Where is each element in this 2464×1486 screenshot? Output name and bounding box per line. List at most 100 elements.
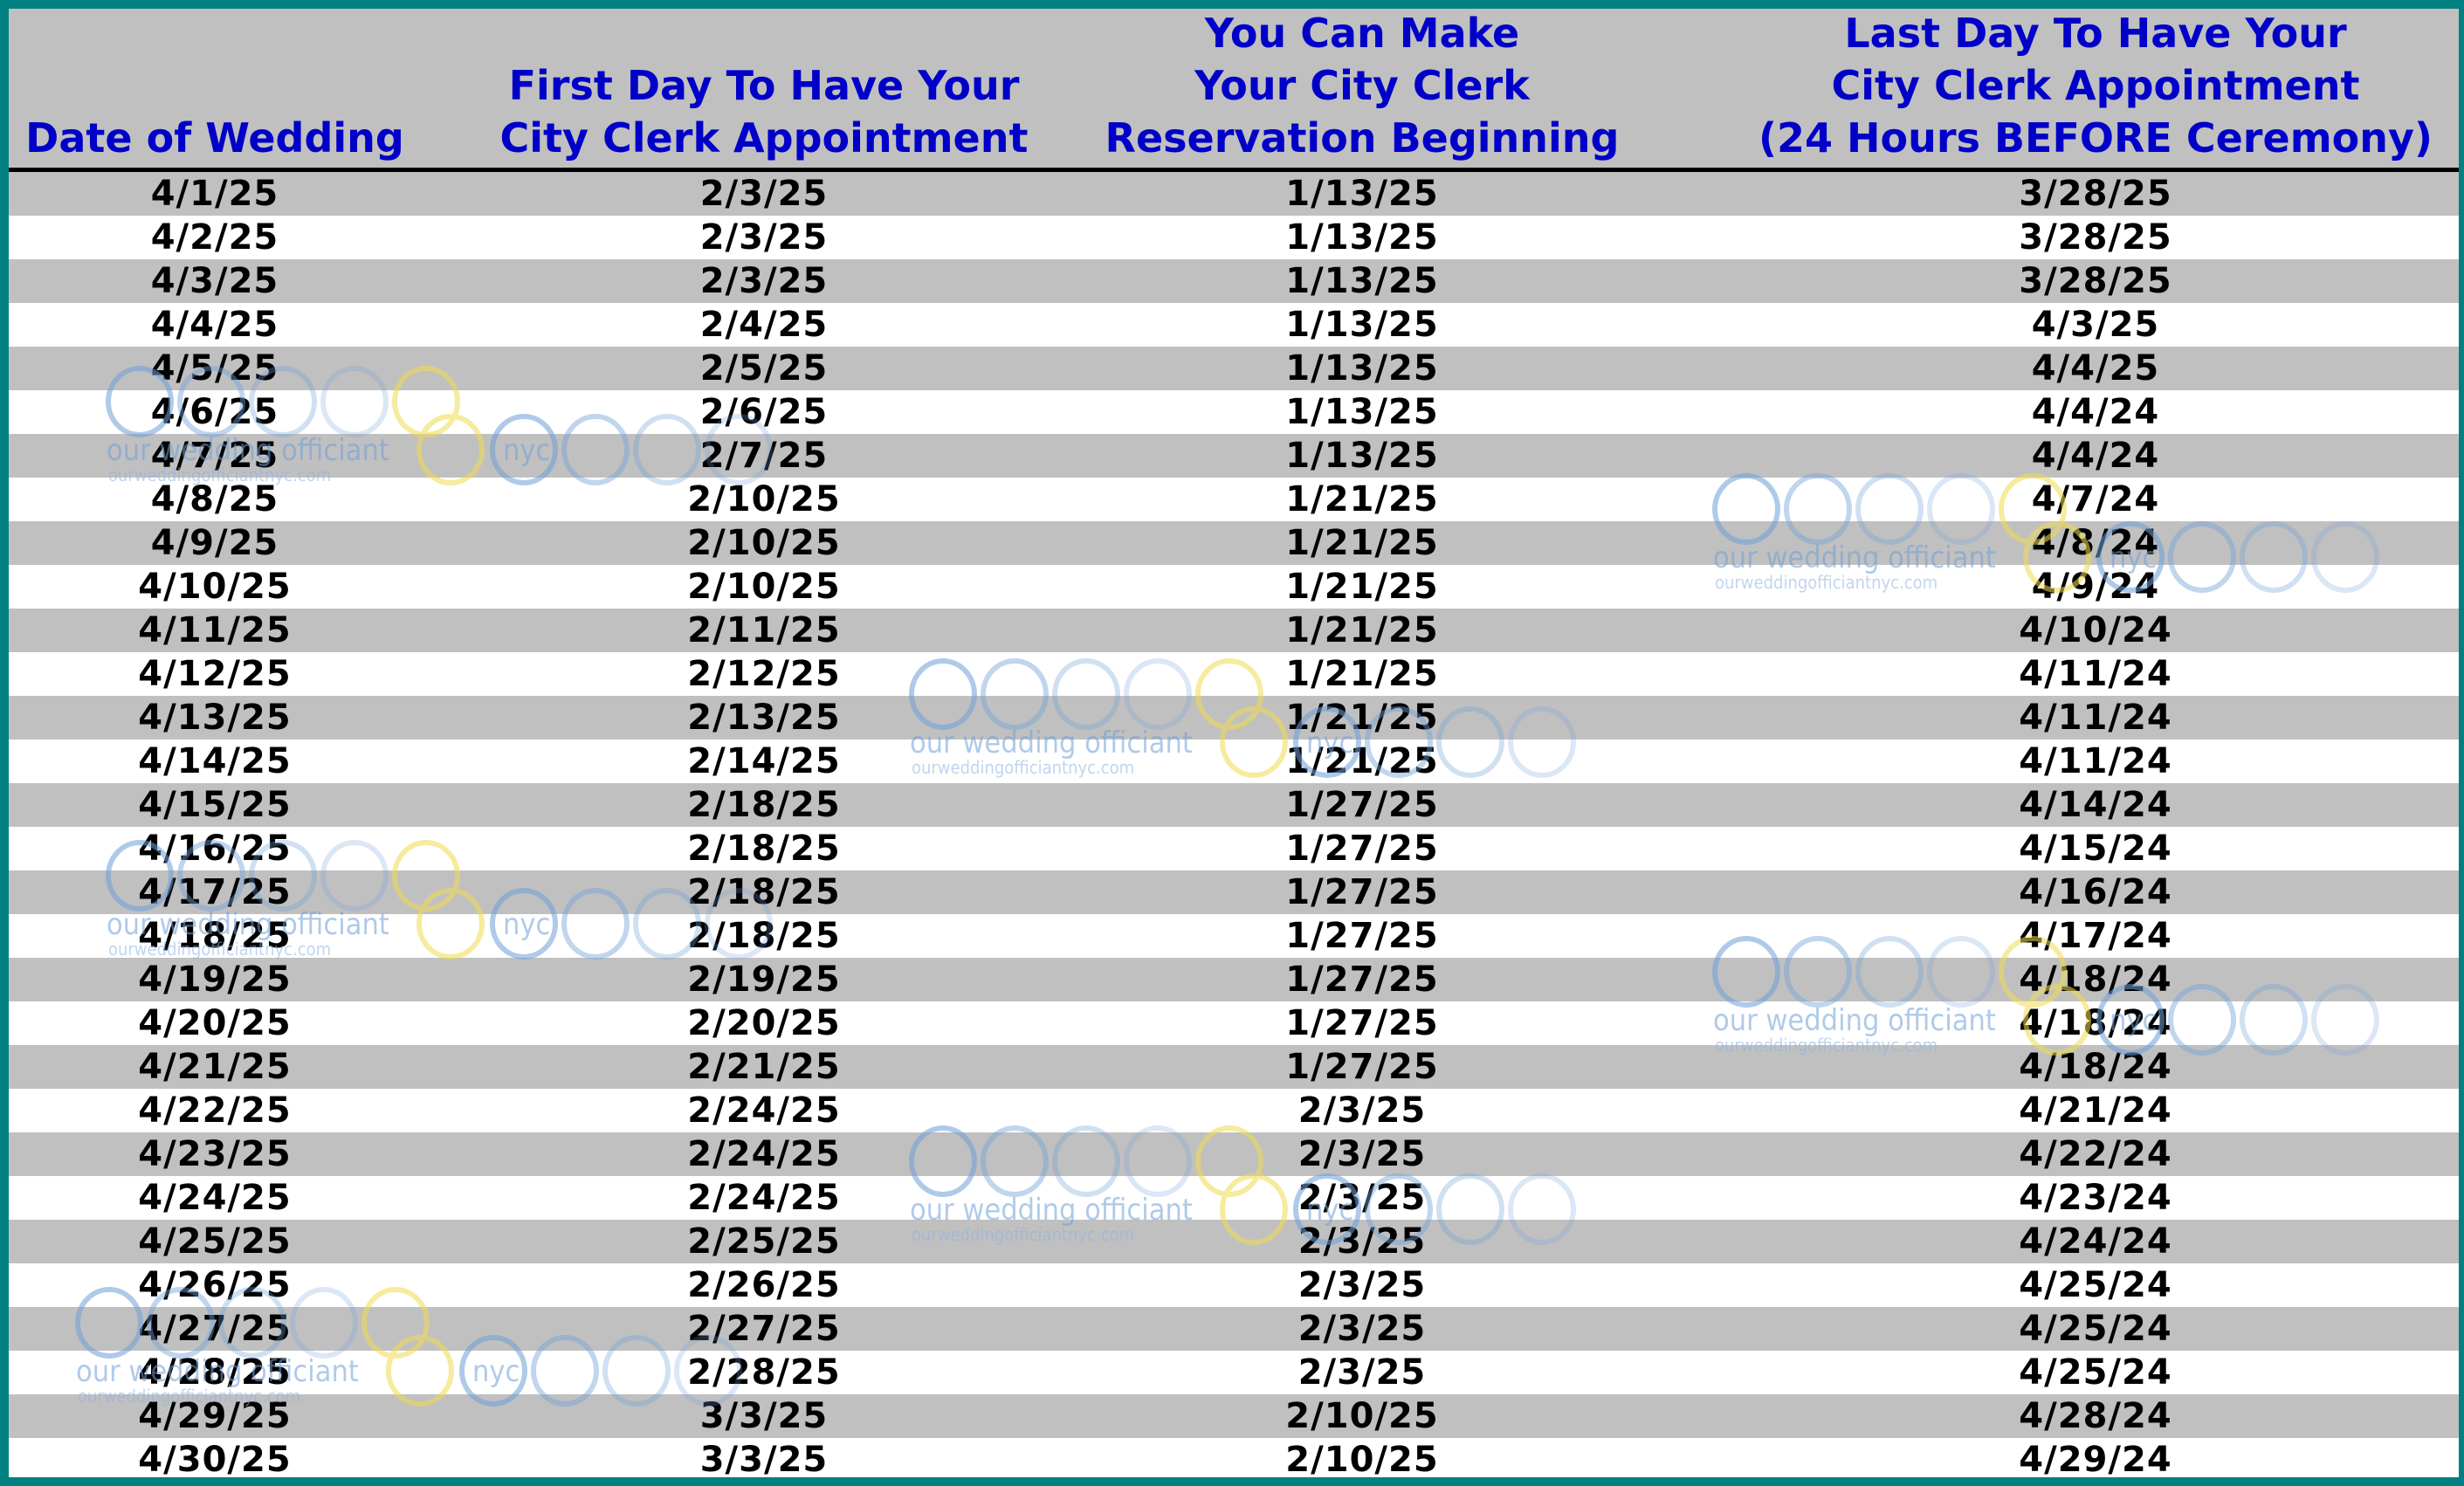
table-row: 4/24/25 2/24/25 2/3/25 4/23/24 [9, 1176, 2459, 1220]
table-row: 4/3/25 2/3/25 1/13/25 3/28/25 [9, 259, 2459, 303]
table-row: 4/27/25 2/27/25 2/3/25 4/25/24 [9, 1307, 2459, 1351]
cell-date-of-wedding: 4/4/25 [150, 305, 279, 345]
cell-reservation-beginning: 1/27/25 [1285, 1003, 1439, 1043]
cell-date-of-wedding: 4/14/25 [138, 741, 292, 781]
table-row: 4/17/25 2/18/25 1/27/25 4/16/24 [9, 870, 2459, 914]
cell-reservation-beginning: 2/3/25 [1297, 1090, 1427, 1131]
cell-reservation-beginning: 1/21/25 [1285, 654, 1439, 694]
cell-reservation-beginning: 1/13/25 [1285, 305, 1439, 345]
cell-date-of-wedding: 4/11/25 [138, 610, 292, 650]
cell-reservation-beginning: 1/21/25 [1285, 698, 1439, 738]
cell-last-day-appointment: 4/7/24 [2031, 479, 2160, 519]
header-line: Reservation Beginning [1105, 114, 1620, 162]
cell-first-day-appointment: 2/3/25 [699, 261, 829, 301]
cell-first-day-appointment: 2/10/25 [687, 567, 841, 607]
table-row: 4/30/25 3/3/25 2/10/25 4/29/24 [9, 1438, 2459, 1477]
cell-date-of-wedding: 4/15/25 [138, 785, 292, 825]
cell-reservation-beginning: 1/13/25 [1285, 392, 1439, 432]
cell-last-day-appointment: 4/29/24 [2019, 1440, 2172, 1477]
cell-first-day-appointment: 2/24/25 [687, 1090, 841, 1131]
header-line: Date of Wedding [25, 114, 404, 162]
cell-reservation-beginning: 1/13/25 [1285, 174, 1439, 214]
cell-date-of-wedding: 4/26/25 [138, 1265, 292, 1305]
header-last-day-appointment: Last Day To Have Your City Clerk Appointm… [1729, 9, 2459, 164]
table-row: 4/20/25 2/20/25 1/27/25 4/18/24 [9, 1001, 2459, 1045]
cell-reservation-beginning: 2/3/25 [1297, 1352, 1427, 1393]
cell-date-of-wedding: 4/13/25 [138, 698, 292, 738]
table-row: 4/10/25 2/10/25 1/21/25 4/9/24 [9, 565, 2459, 609]
table-header: Date of Wedding First Day To Have Your Ci… [9, 9, 2459, 172]
cell-last-day-appointment: 3/28/25 [2019, 174, 2172, 214]
cell-first-day-appointment: 2/25/25 [687, 1221, 841, 1262]
cell-first-day-appointment: 2/18/25 [687, 785, 841, 825]
cell-first-day-appointment: 2/28/25 [687, 1352, 841, 1393]
cell-date-of-wedding: 4/8/25 [150, 479, 279, 519]
cell-date-of-wedding: 4/6/25 [150, 392, 279, 432]
cell-reservation-beginning: 1/13/25 [1285, 348, 1439, 389]
cell-reservation-beginning: 1/13/25 [1285, 217, 1439, 258]
cell-date-of-wedding: 4/18/25 [138, 916, 292, 956]
table-row: 4/23/25 2/24/25 2/3/25 4/22/24 [9, 1132, 2459, 1176]
table-row: 4/22/25 2/24/25 2/3/25 4/21/24 [9, 1089, 2459, 1132]
table-row: 4/5/25 2/5/25 1/13/25 4/4/25 [9, 347, 2459, 390]
table-row: 4/16/25 2/18/25 1/27/25 4/15/24 [9, 827, 2459, 870]
cell-first-day-appointment: 2/18/25 [687, 916, 841, 956]
cell-first-day-appointment: 2/10/25 [687, 523, 841, 563]
cell-last-day-appointment: 4/17/24 [2019, 916, 2172, 956]
cell-first-day-appointment: 2/26/25 [687, 1265, 841, 1305]
table-row: 4/11/25 2/11/25 1/21/25 4/10/24 [9, 609, 2459, 652]
cell-date-of-wedding: 4/24/25 [138, 1178, 292, 1218]
cell-last-day-appointment: 4/11/24 [2019, 741, 2172, 781]
table-row: 4/2/25 2/3/25 1/13/25 3/28/25 [9, 216, 2459, 259]
cell-reservation-beginning: 1/21/25 [1285, 567, 1439, 607]
cell-first-day-appointment: 2/7/25 [699, 436, 829, 476]
cell-reservation-beginning: 1/21/25 [1285, 610, 1439, 650]
cell-first-day-appointment: 2/4/25 [699, 305, 829, 345]
cell-reservation-beginning: 1/21/25 [1285, 479, 1439, 519]
cell-last-day-appointment: 4/28/24 [2019, 1396, 2172, 1436]
header-line: You Can Make [1204, 10, 1520, 57]
cell-date-of-wedding: 4/17/25 [138, 872, 292, 912]
cell-reservation-beginning: 2/3/25 [1297, 1265, 1427, 1305]
table-row: 4/19/25 2/19/25 1/27/25 4/18/24 [9, 958, 2459, 1001]
table-row: 4/28/25 2/28/25 2/3/25 4/25/24 [9, 1351, 2459, 1394]
cell-date-of-wedding: 4/3/25 [150, 261, 279, 301]
cell-date-of-wedding: 4/9/25 [150, 523, 279, 563]
cell-date-of-wedding: 4/27/25 [138, 1309, 292, 1349]
cell-reservation-beginning: 1/27/25 [1285, 872, 1439, 912]
cell-last-day-appointment: 4/18/24 [2019, 1003, 2172, 1043]
header-date-of-wedding: Date of Wedding [9, 112, 421, 164]
cell-reservation-beginning: 2/3/25 [1297, 1134, 1427, 1174]
table-row: 4/7/25 2/7/25 1/13/25 4/4/24 [9, 434, 2459, 478]
cell-reservation-beginning: 2/3/25 [1297, 1221, 1427, 1262]
cell-first-day-appointment: 2/11/25 [687, 610, 841, 650]
cell-reservation-beginning: 1/27/25 [1285, 829, 1439, 869]
cell-reservation-beginning: 2/3/25 [1297, 1178, 1427, 1218]
table-row: 4/18/25 2/18/25 1/27/25 4/17/24 [9, 914, 2459, 958]
table-row: 4/6/25 2/6/25 1/13/25 4/4/24 [9, 390, 2459, 434]
table-row: 4/8/25 2/10/25 1/21/25 4/7/24 [9, 478, 2459, 521]
cell-last-day-appointment: 4/25/24 [2019, 1309, 2172, 1349]
cell-date-of-wedding: 4/7/25 [150, 436, 279, 476]
table-row: 4/21/25 2/21/25 1/27/25 4/18/24 [9, 1045, 2459, 1089]
cell-first-day-appointment: 2/10/25 [687, 479, 841, 519]
cell-first-day-appointment: 2/20/25 [687, 1003, 841, 1043]
cell-date-of-wedding: 4/20/25 [138, 1003, 292, 1043]
table-row: 4/25/25 2/25/25 2/3/25 4/24/24 [9, 1220, 2459, 1263]
cell-date-of-wedding: 4/16/25 [138, 829, 292, 869]
cell-last-day-appointment: 4/9/24 [2031, 567, 2160, 607]
cell-last-day-appointment: 4/23/24 [2019, 1178, 2172, 1218]
cell-last-day-appointment: 4/11/24 [2019, 654, 2172, 694]
cell-last-day-appointment: 4/25/24 [2019, 1352, 2172, 1393]
table-row: 4/12/25 2/12/25 1/21/25 4/11/24 [9, 652, 2459, 696]
cell-last-day-appointment: 4/15/24 [2019, 829, 2172, 869]
cell-last-day-appointment: 4/14/24 [2019, 785, 2172, 825]
table-row: 4/15/25 2/18/25 1/27/25 4/14/24 [9, 783, 2459, 827]
cell-first-day-appointment: 2/3/25 [699, 174, 829, 214]
cell-first-day-appointment: 2/14/25 [687, 741, 841, 781]
table-row: 4/14/25 2/14/25 1/21/25 4/11/24 [9, 740, 2459, 783]
cell-date-of-wedding: 4/1/25 [150, 174, 279, 214]
cell-last-day-appointment: 4/22/24 [2019, 1134, 2172, 1174]
header-line: (24 Hours BEFORE Ceremony) [1759, 114, 2433, 162]
cell-date-of-wedding: 4/25/25 [138, 1221, 292, 1262]
